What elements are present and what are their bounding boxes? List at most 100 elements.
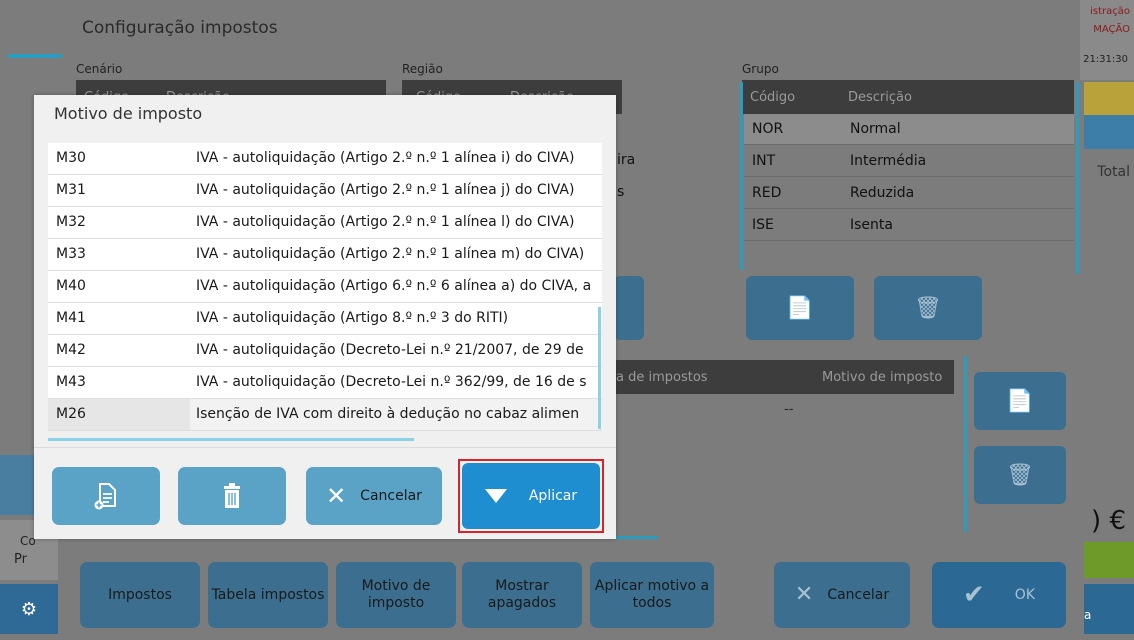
background-blue-button xyxy=(1084,115,1134,149)
motivo-desc: IVA - autoliquidação (Decreto-Lei n.º 21… xyxy=(196,342,584,358)
grupo-table-header: Código Descrição xyxy=(742,80,1074,114)
motivo-code: M30 xyxy=(56,150,86,166)
admin-label: istração xyxy=(1090,6,1130,17)
list-item[interactable]: M31 IVA - autoliquidação (Artigo 2.º n.º… xyxy=(48,175,602,207)
total-amount: ) € xyxy=(1091,506,1126,536)
delete-button[interactable] xyxy=(178,467,286,525)
motivo-code: M32 xyxy=(56,214,86,230)
motivo-code: M43 xyxy=(56,374,86,390)
grupo-row-desc: Intermédia xyxy=(850,153,927,169)
ok-label: OK xyxy=(1014,587,1035,603)
list-horizontal-scrollbar[interactable] xyxy=(48,438,414,441)
mostrar-apagados-button[interactable]: Mostrar apagados xyxy=(462,562,582,628)
motivo-delete-button[interactable]: 🗑 xyxy=(974,446,1066,504)
lower-table-value: -- xyxy=(784,402,794,417)
motivo-desc: IVA - autoliquidação (Artigo 2.º n.º 1 a… xyxy=(196,150,575,166)
grupo-row[interactable]: ISE Isenta xyxy=(744,210,1074,241)
add-document-icon xyxy=(94,483,116,510)
lower-header-col1: a de impostos xyxy=(616,370,708,385)
list-item[interactable]: M32 IVA - autoliquidação (Artigo 2.º n.º… xyxy=(48,207,602,239)
regiao-peek-2: s xyxy=(617,184,625,200)
grupo-label: Grupo xyxy=(742,62,779,76)
close-icon: ✕ xyxy=(326,482,347,510)
list-item[interactable]: M40 IVA - autoliquidação (Artigo 6.º n.º… xyxy=(48,271,602,303)
grupo-row-desc: Reduzida xyxy=(850,185,915,201)
grupo-row[interactable]: INT Intermédia xyxy=(744,146,1074,177)
motivo-desc: IVA - autoliquidação (Artigo 6.º n.º 6 a… xyxy=(196,278,592,294)
list-item[interactable]: M41 IVA - autoliquidação (Artigo 8.º n.º… xyxy=(48,303,602,335)
motivo-code: M40 xyxy=(56,278,86,294)
motivo-code: M42 xyxy=(56,342,86,358)
cancel-label: Cancelar xyxy=(360,488,422,504)
grupo-row-desc: Normal xyxy=(850,121,901,137)
add-button[interactable] xyxy=(52,467,160,525)
regiao-label: Região xyxy=(402,62,443,76)
motivo-desc: IVA - autoliquidação (Artigo 8.º n.º 3 d… xyxy=(196,310,509,326)
motivo-imposto-modal: Motivo de imposto M30 IVA - autoliquidaç… xyxy=(34,95,616,539)
aplicar-motivo-todos-button[interactable]: Aplicar motivo a todos xyxy=(590,562,714,628)
impostos-button[interactable]: Impostos xyxy=(80,562,200,628)
grupo-scrollbar[interactable] xyxy=(1076,82,1079,274)
background-right-button: a xyxy=(1084,584,1134,634)
clock: 21:31:30 xyxy=(1083,54,1128,65)
grupo-row-code: INT xyxy=(752,153,776,169)
motivo-code: M26 xyxy=(56,406,86,422)
checkmark-icon: ✔ xyxy=(963,580,985,610)
lower-header-col2: Motivo de imposto xyxy=(822,370,943,385)
ok-button[interactable]: ✔ OK xyxy=(932,562,1066,628)
add-document-icon: 📄 xyxy=(786,295,814,321)
lower-table-scrollbar[interactable] xyxy=(964,356,967,532)
lower-table-header: a de impostos Motivo de imposto xyxy=(612,360,954,394)
grupo-delete-button[interactable]: 🗑 xyxy=(874,276,982,340)
motivo-code: M31 xyxy=(56,182,86,198)
add-document-icon: 📄 xyxy=(1006,388,1034,414)
grupo-header-code: Código xyxy=(750,90,796,105)
motivo-desc: IVA - autoliquidação (Artigo 2.º n.º 1 a… xyxy=(196,182,575,198)
trash-icon xyxy=(224,483,240,508)
config-cancel-label: Cancelar xyxy=(827,586,890,603)
grupo-row-code: NOR xyxy=(752,121,784,137)
list-vertical-scrollbar[interactable] xyxy=(598,307,601,429)
config-cancel-button[interactable]: ✕ Cancelar xyxy=(774,562,910,628)
background-right-button-label: a xyxy=(1084,608,1092,622)
grupo-row-code: RED xyxy=(752,185,782,201)
list-item[interactable]: M43 IVA - autoliquidação (Decreto-Lei n.… xyxy=(48,367,602,399)
grupo-row-desc: Isenta xyxy=(850,217,893,233)
list-item-selected[interactable]: M26 Isenção de IVA com direito à dedução… xyxy=(48,399,602,431)
grupo-header-desc: Descrição xyxy=(848,90,912,105)
background-cyan-bar xyxy=(8,54,66,58)
left-panel-text2: Pr xyxy=(14,552,27,567)
grupo-row[interactable]: NOR Normal xyxy=(744,114,1074,145)
motivo-code: M33 xyxy=(56,246,86,262)
grupo-row-code: ISE xyxy=(752,217,774,233)
mode-label: MAÇÃO xyxy=(1093,24,1130,35)
modal-divider xyxy=(34,447,616,448)
motivo-imposto-button[interactable]: Motivo de imposto xyxy=(336,562,456,628)
motivo-desc: IVA - autoliquidação (Artigo 2.º n.º 1 a… xyxy=(196,246,585,262)
motivo-add-button[interactable]: 📄 xyxy=(974,372,1066,430)
apply-label: Aplicar xyxy=(528,488,578,504)
modal-title: Motivo de imposto xyxy=(54,104,203,123)
apply-button[interactable]: Aplicar xyxy=(462,463,600,529)
cenario-label: Cenário xyxy=(76,62,123,76)
cancel-button[interactable]: ✕ Cancelar xyxy=(306,467,442,525)
grupo-row[interactable]: RED Reduzida xyxy=(744,178,1074,209)
motivo-list[interactable]: M30 IVA - autoliquidação (Artigo 2.º n.º… xyxy=(48,143,602,431)
list-item[interactable]: M30 IVA - autoliquidação (Artigo 2.º n.º… xyxy=(48,143,602,175)
grupo-add-button[interactable]: 📄 xyxy=(746,276,854,340)
motivo-code: M41 xyxy=(56,310,86,326)
regiao-action-button[interactable] xyxy=(614,276,644,340)
list-item[interactable]: M42 IVA - autoliquidação (Decreto-Lei n.… xyxy=(48,335,602,367)
tabela-impostos-button[interactable]: Tabela impostos xyxy=(208,562,328,628)
list-item[interactable]: M33 IVA - autoliquidação (Artigo 2.º n.º… xyxy=(48,239,602,271)
regiao-peek-1: ira xyxy=(617,152,636,168)
grupo-selection-bar xyxy=(740,82,743,270)
chevron-down-icon xyxy=(484,489,507,503)
trash-icon: 🗑 xyxy=(1006,462,1034,488)
trash-icon: 🗑 xyxy=(914,295,942,321)
header-right: istração MAÇÃO 21:31:30 xyxy=(1080,0,1134,80)
settings-gear-icon: ⚙ xyxy=(0,584,58,634)
dialog-title: Configuração impostos xyxy=(82,18,278,38)
motivo-desc: Isenção de IVA com direito à dedução no … xyxy=(196,406,580,422)
close-icon: ✕ xyxy=(794,581,814,607)
